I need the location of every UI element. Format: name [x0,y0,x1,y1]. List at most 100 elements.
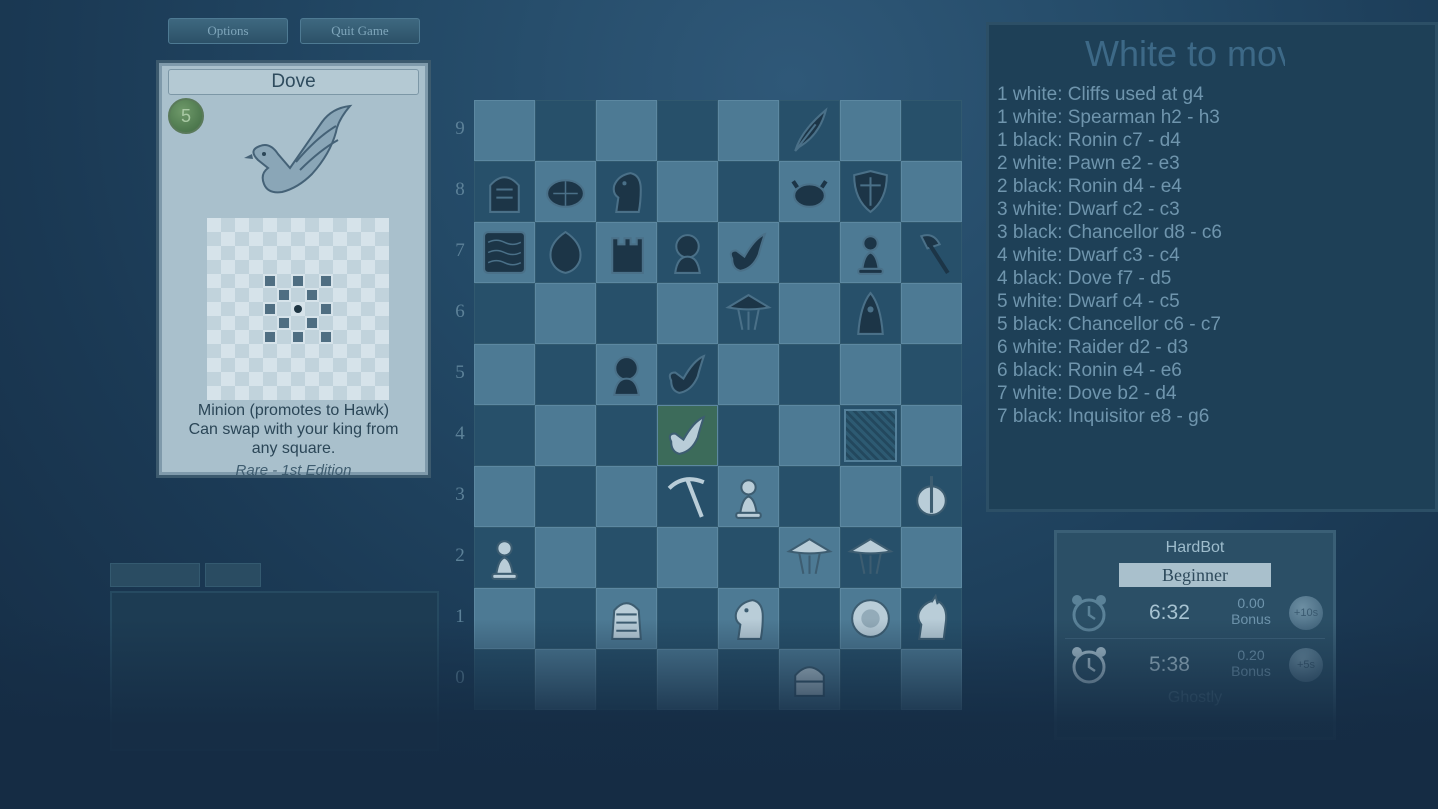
board-piece[interactable] [657,222,718,283]
board-piece[interactable] [596,222,657,283]
board-square[interactable] [779,466,840,527]
board-square[interactable] [535,588,596,649]
board-square[interactable] [840,466,901,527]
board-piece[interactable] [779,527,840,588]
add-time-button[interactable]: +5s [1289,648,1323,682]
board-piece[interactable] [718,466,779,527]
chat-tab[interactable] [110,563,200,587]
board-square[interactable] [474,466,535,527]
board-square[interactable] [535,649,596,710]
quit-game-button[interactable]: Quit Game [300,18,420,44]
board-square[interactable] [840,405,901,466]
raider-icon [916,476,947,516]
board-square[interactable] [535,100,596,161]
board-square[interactable] [596,649,657,710]
movement-cell [207,232,221,246]
board-square[interactable] [474,588,535,649]
chat-tab[interactable] [205,563,261,587]
movement-cell [207,246,221,260]
board-square[interactable] [535,344,596,405]
board-square[interactable] [657,588,718,649]
board-square[interactable] [779,344,840,405]
board-piece[interactable] [535,161,596,222]
board-piece[interactable] [779,161,840,222]
feather-icon [794,107,828,152]
board-square[interactable] [840,649,901,710]
board-piece[interactable] [474,161,535,222]
board-piece[interactable] [474,527,535,588]
board-square[interactable] [779,222,840,283]
board-piece[interactable] [779,649,840,710]
board-piece[interactable] [779,100,840,161]
board-square[interactable] [718,527,779,588]
board-piece[interactable] [901,222,962,283]
board-piece[interactable] [596,344,657,405]
board-square[interactable] [901,344,962,405]
board-piece[interactable] [657,344,718,405]
movement-target [279,318,289,328]
board-piece[interactable] [535,222,596,283]
board-square[interactable] [657,283,718,344]
board-square[interactable] [718,161,779,222]
movement-cell [235,274,249,288]
board-square[interactable] [657,527,718,588]
board-square[interactable] [901,405,962,466]
board-piece[interactable] [657,405,718,466]
piece-origin-marker [294,305,302,313]
board-square[interactable] [840,344,901,405]
board-square[interactable] [901,283,962,344]
board-piece[interactable] [901,466,962,527]
movement-cell [305,232,319,246]
board-square[interactable] [535,466,596,527]
board-square[interactable] [596,100,657,161]
board-square[interactable] [779,405,840,466]
board-square[interactable] [901,100,962,161]
board-square[interactable] [657,649,718,710]
board-square[interactable] [474,405,535,466]
board-square[interactable] [718,405,779,466]
board-square[interactable] [901,649,962,710]
board-square[interactable] [718,344,779,405]
board-square[interactable] [474,283,535,344]
board-piece[interactable] [596,161,657,222]
board-piece[interactable] [474,222,535,283]
board-square[interactable] [596,527,657,588]
board-square[interactable] [474,649,535,710]
move-log-entry: 6 white: Raider d2 - d3 [997,337,1189,358]
board-piece[interactable] [840,222,901,283]
board-piece[interactable] [840,283,901,344]
board-square[interactable] [718,100,779,161]
board-piece[interactable] [657,466,718,527]
board-square[interactable] [718,649,779,710]
board-square[interactable] [474,100,535,161]
board-square[interactable] [779,283,840,344]
board-square[interactable] [535,405,596,466]
board-piece[interactable] [718,222,779,283]
options-button[interactable]: Options [168,18,288,44]
board-piece[interactable] [718,283,779,344]
board-square[interactable] [596,466,657,527]
movement-cell [347,316,361,330]
board-square[interactable] [779,588,840,649]
board-square[interactable] [596,283,657,344]
board-square[interactable] [840,100,901,161]
board-piece[interactable] [840,527,901,588]
movement-cell [207,288,221,302]
board-square[interactable] [535,283,596,344]
board-piece[interactable] [596,588,657,649]
board-square[interactable] [535,527,596,588]
board-piece[interactable] [840,588,901,649]
board-piece[interactable] [901,588,962,649]
board-square[interactable] [657,161,718,222]
add-time-button[interactable]: +10s [1289,596,1323,630]
board-piece[interactable] [718,588,779,649]
board-square[interactable] [474,344,535,405]
board-square[interactable] [901,527,962,588]
movement-cell [361,316,375,330]
board-piece[interactable] [840,161,901,222]
board-square[interactable] [901,161,962,222]
difficulty-level[interactable]: Beginner [1119,563,1271,587]
board-square[interactable] [657,100,718,161]
move-log-panel: White to move 1 white: Cliffs used at g4… [986,22,1438,512]
board-square[interactable] [596,405,657,466]
